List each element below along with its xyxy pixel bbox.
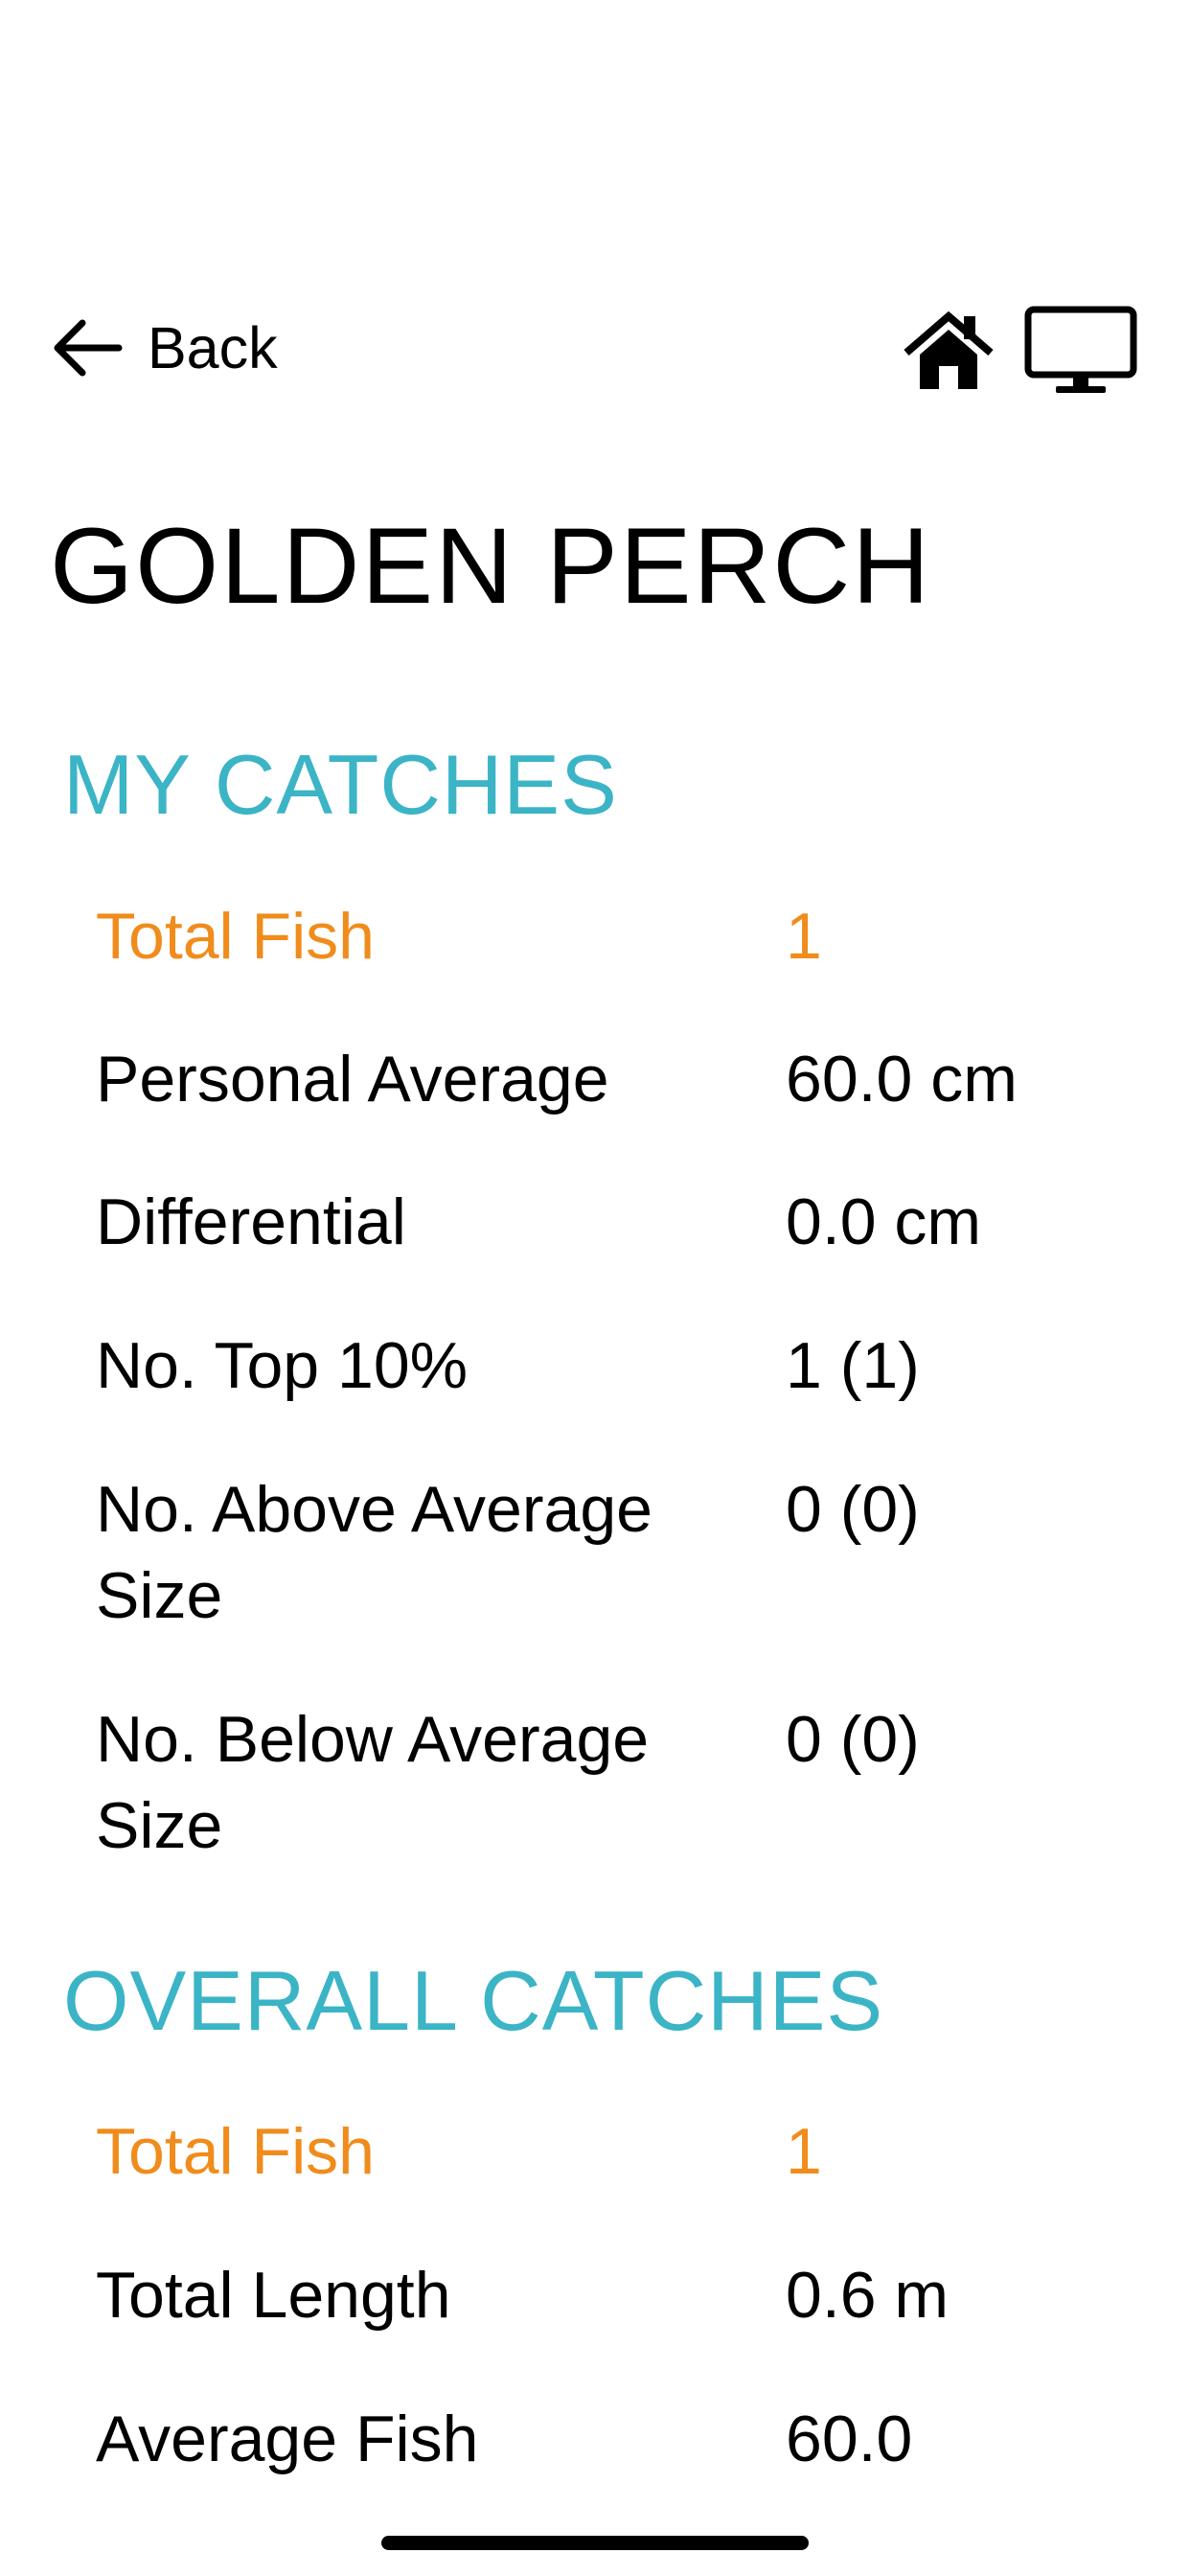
stat-label: No. Below Average Size (96, 1703, 650, 1862)
monitor-icon (1024, 306, 1137, 393)
stat-value: 1 (786, 900, 822, 973)
stat-label: Personal Average (96, 1043, 609, 1116)
stat-value: 1 (1) (786, 1329, 920, 1402)
stat-label: Total Fish (96, 900, 375, 973)
section-title-my-catches: MY CATCHES (63, 737, 618, 832)
section-title-overall-catches: OVERALL CATCHES (63, 1953, 884, 2048)
stat-value: 0.0 cm (786, 1185, 982, 1258)
stat-value: 0 (0) (786, 1473, 920, 1546)
stat-value: 60.0 cm (786, 1043, 1018, 1116)
stat-label: Differential (96, 1185, 406, 1258)
home-indicator[interactable] (381, 2536, 809, 2550)
monitor-button[interactable] (1023, 305, 1138, 397)
home-button[interactable] (901, 310, 996, 391)
stat-value: 1 (786, 2115, 822, 2188)
stat-value: 60.0 (786, 2403, 913, 2475)
stat-label: Average Fish (96, 2403, 479, 2475)
arrow-left-icon (54, 319, 123, 377)
stat-label: No. Top 10% (96, 1329, 469, 1402)
page-title: GOLDEN PERCH (50, 506, 932, 626)
stat-value: 0 (0) (786, 1703, 920, 1776)
stat-value: 0.6 m (786, 2259, 950, 2332)
stat-label: Total Fish (96, 2115, 375, 2188)
back-button[interactable]: Back (50, 305, 278, 391)
home-icon (904, 310, 994, 389)
stat-label: Total Length (96, 2259, 451, 2332)
stat-label: No. Above Average Size (96, 1473, 652, 1632)
navigation-bar: Back (0, 288, 1190, 412)
back-label: Back (148, 314, 278, 380)
